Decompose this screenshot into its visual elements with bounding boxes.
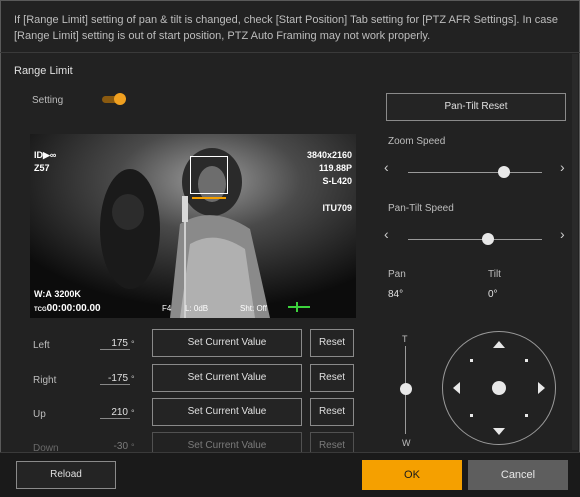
face-box	[190, 156, 228, 194]
section-title: Range Limit	[14, 65, 73, 77]
left-reset-button[interactable]: Reset	[310, 329, 354, 357]
left-limit-label: Left	[33, 340, 50, 351]
zoom-speed-decrease-icon[interactable]: ‹	[384, 160, 389, 174]
reload-button[interactable]: Reload	[16, 461, 116, 489]
level-indicator-icon	[288, 306, 310, 308]
timecode-prefix: TCG	[34, 307, 47, 313]
range-limit-toggle[interactable]	[102, 93, 126, 105]
pan-tilt-speed-label: Pan-Tilt Speed	[388, 203, 454, 214]
right-limit-unit: °	[131, 374, 135, 384]
white-balance-readout: W:A 3200K	[34, 289, 81, 299]
zoom-tele-label: T	[402, 334, 408, 344]
zoom-wide-label: W	[402, 438, 411, 448]
divider	[0, 52, 580, 53]
tilt-label: Tilt	[488, 269, 501, 280]
joystick-markers	[453, 341, 545, 435]
right-reset-button[interactable]: Reset	[310, 364, 354, 392]
shutter-readout: Sht: Off	[240, 304, 267, 313]
color-space-readout: ITU709	[322, 203, 352, 213]
down-limit-unit: °	[131, 442, 135, 452]
down-limit-label: Down	[33, 443, 59, 452]
wb-kelvin: 3200K	[54, 289, 81, 299]
zoom-speed-increase-icon[interactable]: ›	[560, 160, 565, 174]
range-limit-notice: If [Range Limit] setting of pan & tilt i…	[14, 14, 558, 42]
zoom-speed-thumb	[498, 166, 511, 178]
status-code: Z57	[34, 163, 50, 173]
iris-readout: F4	[162, 304, 172, 313]
zoom-speed-slider[interactable]	[408, 160, 542, 180]
toggle-knob	[114, 93, 126, 105]
cancel-button[interactable]: Cancel	[468, 460, 568, 490]
codec-readout: S-L420	[322, 176, 352, 186]
pan-tilt-speed-slider[interactable]	[408, 227, 542, 247]
left-set-current-button[interactable]: Set Current Value	[152, 329, 302, 357]
status-icons: ID▶∞	[34, 150, 57, 160]
left-limit-input[interactable]: 175	[100, 338, 130, 350]
left-limit-unit: °	[131, 339, 135, 349]
pan-tilt-speed-track	[408, 239, 542, 240]
zoom-speed-track	[408, 172, 542, 173]
scrollbar[interactable]	[572, 54, 578, 450]
pan-label: Pan	[388, 269, 406, 280]
gain-readout: L: 0dB	[185, 304, 209, 313]
timecode-readout: TCG00:00:00.00	[34, 303, 101, 314]
down-limit-input[interactable]: -30	[100, 441, 130, 452]
resolution-readout: 3840x2160	[306, 150, 352, 160]
setting-label: Setting	[32, 95, 64, 106]
zoom-rocker-thumb	[400, 383, 412, 395]
face-box-underline	[192, 197, 226, 199]
zoom-rocker[interactable]	[394, 346, 418, 434]
pan-tilt-speed-thumb	[482, 233, 495, 245]
frame-rate-readout: 119.88P	[318, 163, 352, 173]
right-limit-input[interactable]: -175	[100, 373, 130, 385]
pan-tilt-joystick[interactable]	[442, 331, 556, 445]
down-reset-button[interactable]: Reset	[310, 432, 354, 452]
wb-mode: W:A	[34, 289, 52, 299]
down-limit-row: Down -30 ° Set Current Value Reset	[0, 432, 380, 452]
timecode-value: 00:00:00.00	[46, 303, 101, 314]
pan-tilt-reset-button[interactable]: Pan-Tilt Reset	[386, 93, 566, 121]
up-limit-label: Up	[33, 409, 46, 420]
right-limit-label: Right	[33, 375, 57, 386]
up-limit-input[interactable]: 210	[100, 407, 130, 419]
camera-preview: ID▶∞ Z57 3840x2160 119.88P S-L420 ITU709…	[30, 134, 356, 318]
level-indicator-dot-icon	[296, 302, 298, 312]
up-reset-button[interactable]: Reset	[310, 398, 354, 426]
pan-tilt-speed-increase-icon[interactable]: ›	[560, 227, 565, 241]
pan-value: 84°	[388, 289, 404, 300]
down-set-current-button[interactable]: Set Current Value	[152, 432, 302, 452]
ok-button[interactable]: OK	[362, 460, 462, 490]
zoom-speed-label: Zoom Speed	[388, 136, 446, 147]
up-limit-unit: °	[131, 408, 135, 418]
right-set-current-button[interactable]: Set Current Value	[152, 364, 302, 392]
pan-tilt-speed-decrease-icon[interactable]: ‹	[384, 227, 389, 241]
up-set-current-button[interactable]: Set Current Value	[152, 398, 302, 426]
tilt-value: 0°	[488, 289, 498, 300]
